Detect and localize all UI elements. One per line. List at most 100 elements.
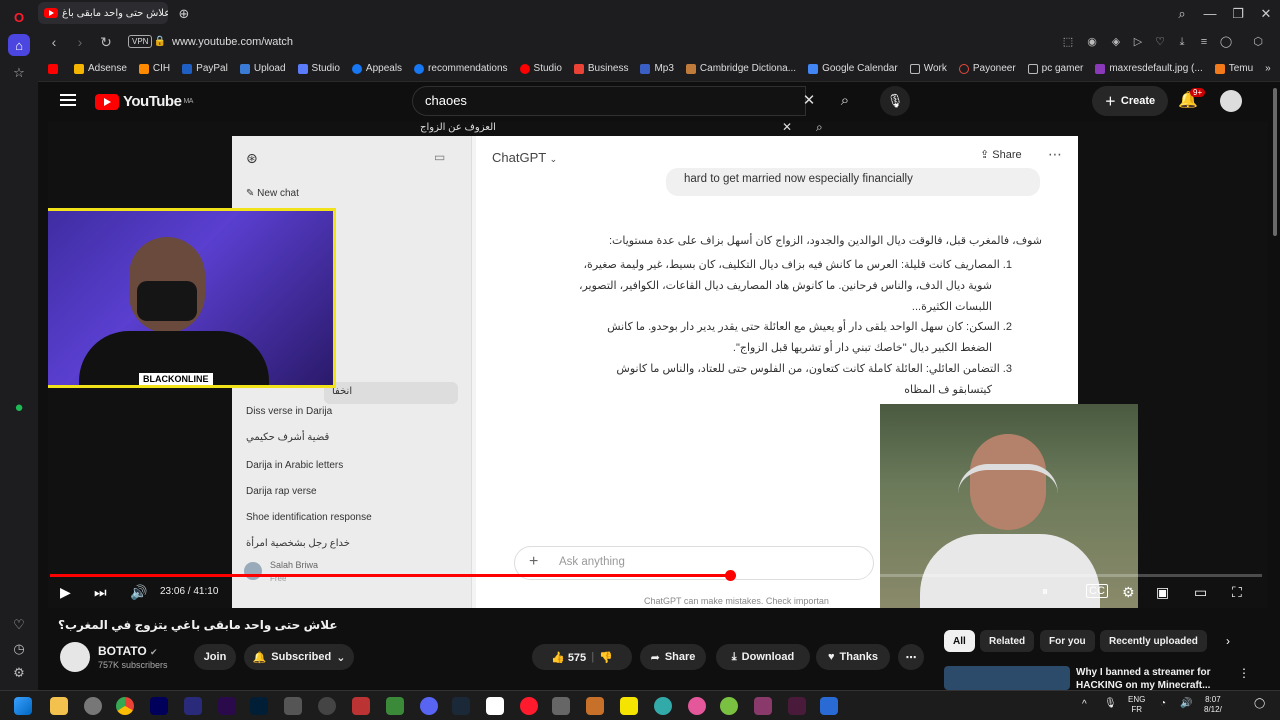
channel-avatar[interactable]	[60, 642, 90, 672]
home-icon[interactable]: ⌂	[8, 34, 30, 56]
recommended-more-icon[interactable]: ⋮	[1238, 666, 1250, 680]
bookmark-mp3[interactable]: Mp3	[640, 63, 674, 74]
app-icon[interactable]	[654, 697, 672, 715]
extensions-icon[interactable]: ⬡	[1248, 32, 1268, 52]
bookmark-studio[interactable]: Studio	[297, 63, 340, 74]
minimize-icon[interactable]: —	[1198, 4, 1222, 24]
search-tabs-icon[interactable]: ⌕	[1170, 4, 1194, 24]
speaker-icon[interactable]: 🔊	[1180, 699, 1192, 709]
windows-start-icon[interactable]	[14, 697, 32, 715]
captions-icon[interactable]: CC	[1086, 584, 1108, 598]
premiere-icon[interactable]	[218, 697, 236, 715]
chip-recently-uploaded[interactable]: Recently uploaded	[1100, 630, 1207, 652]
bookmark-temu[interactable]: Temu	[1214, 63, 1253, 74]
mic-icon[interactable]: 🎙	[880, 86, 910, 116]
snapshot-icon[interactable]: ⬚	[1058, 32, 1078, 52]
star-icon[interactable]: ☆	[8, 62, 30, 84]
download-button[interactable]: ⤓ Download	[716, 644, 810, 670]
notification-center-icon[interactable]: ◯	[1254, 699, 1265, 709]
app-icon[interactable]	[284, 697, 302, 715]
app-icon[interactable]	[688, 697, 706, 715]
reload-icon[interactable]: ↻	[96, 32, 116, 52]
shield-icon[interactable]: ◈	[1106, 32, 1126, 52]
notion-icon[interactable]	[486, 697, 504, 715]
player-icon[interactable]: ▷	[1128, 32, 1148, 52]
channel-name[interactable]: BOTATO ✔	[98, 644, 158, 658]
bookmark-business[interactable]: Business	[573, 63, 628, 74]
bookmark-paypal[interactable]: PayPal	[182, 63, 228, 74]
next-icon[interactable]: ⏭	[94, 584, 107, 601]
play-icon[interactable]: ▶	[60, 584, 71, 601]
chrome-icon[interactable]	[116, 697, 134, 715]
forward-icon[interactable]: ›	[70, 32, 90, 52]
media-encoder-icon[interactable]	[184, 697, 202, 715]
bookmark-recommendations[interactable]: recommendations	[414, 63, 508, 74]
dislike-icon[interactable]: 👎	[599, 651, 613, 664]
clock[interactable]: 8:07 8/12/	[1204, 695, 1222, 715]
bookmark-work[interactable]: Work	[909, 63, 947, 74]
chip-for-you[interactable]: For you	[1040, 630, 1095, 652]
bookmark-studio-2[interactable]: Studio	[519, 63, 562, 74]
scrollbar-thumb[interactable]	[1273, 88, 1277, 236]
page-scrollbar[interactable]	[1270, 82, 1280, 690]
vpn-badge[interactable]: VPN	[128, 35, 153, 48]
back-icon[interactable]: ‹	[44, 32, 64, 52]
file-explorer-icon[interactable]	[50, 697, 68, 715]
after-effects-icon[interactable]	[150, 697, 168, 715]
chip-related[interactable]: Related	[980, 630, 1035, 652]
mic-tray-icon[interactable]: 🎙	[1104, 699, 1117, 709]
youtube-logo[interactable]: YouTube MA	[95, 93, 193, 110]
create-button[interactable]: ＋ Create	[1092, 86, 1168, 116]
app-icon[interactable]	[788, 697, 806, 715]
share-button[interactable]: ➦ Share	[640, 644, 706, 670]
photoshop-icon[interactable]	[250, 697, 268, 715]
bookmark[interactable]	[48, 63, 62, 74]
bookmark-maxres[interactable]: maxresdefault.jpg (...	[1095, 63, 1203, 74]
bookmark-pc-gamer[interactable]: pc gamer	[1027, 63, 1083, 74]
hamburger-menu-icon[interactable]	[60, 94, 76, 106]
bookmark-appeals[interactable]: Appeals	[351, 63, 402, 74]
bookmark-cih[interactable]: CIH	[138, 63, 170, 74]
app-icon[interactable]	[552, 697, 570, 715]
bookmark-cambridge[interactable]: Cambridge Dictiona...	[685, 63, 796, 74]
search-input[interactable]: chaoes	[412, 86, 806, 116]
download-icon[interactable]: ⤓	[1172, 32, 1192, 52]
user-avatar[interactable]	[1220, 90, 1242, 112]
progress-scrubber[interactable]	[724, 570, 736, 581]
bookmark-calendar[interactable]: Google Calendar	[808, 63, 898, 74]
like-button[interactable]: 👍 575	[551, 651, 586, 664]
history-icon[interactable]: ◷	[8, 638, 30, 660]
obs-icon[interactable]	[318, 697, 336, 715]
search-icon[interactable]: ⌕	[826, 86, 864, 116]
opera-icon[interactable]	[520, 697, 538, 715]
subscribed-button[interactable]: 🔔 Subscribed ⌄	[244, 644, 354, 670]
autoplay-toggle-icon[interactable]: ⏸	[1042, 584, 1048, 599]
recommended-title[interactable]: Why I banned a streamer for HACKING on m…	[1076, 666, 1226, 692]
camera-icon[interactable]: ◉	[1082, 32, 1102, 52]
browser-tab[interactable]: (453) علاش حتى واحد مابقى باغ	[38, 2, 168, 24]
miniplayer-icon[interactable]: ▣	[1156, 584, 1169, 601]
bookmark-adsense[interactable]: Adsense	[74, 63, 127, 74]
wifi-icon[interactable]: ◔	[1160, 699, 1166, 709]
chips-next-icon[interactable]: ›	[1226, 634, 1230, 648]
bookmark-upload[interactable]: Upload	[239, 63, 286, 74]
clear-search-icon[interactable]: ✕	[790, 86, 828, 116]
recommended-thumbnail[interactable]	[944, 666, 1070, 690]
fullscreen-icon[interactable]: ⛶	[1232, 584, 1242, 601]
app-icon[interactable]	[386, 697, 404, 715]
steam-icon[interactable]	[452, 697, 470, 715]
maximize-icon[interactable]: ❐	[1226, 4, 1250, 24]
url-field[interactable]: www.youtube.com/watch	[172, 36, 293, 48]
app-icon[interactable]	[586, 697, 604, 715]
favorite-icon[interactable]: ♡	[1150, 32, 1170, 52]
app-icon[interactable]	[352, 697, 370, 715]
bookmark-payoneer[interactable]: Payoneer	[958, 63, 1016, 74]
thanks-button[interactable]: ♥ Thanks	[816, 644, 890, 670]
discord-icon[interactable]	[420, 697, 438, 715]
spotify-icon[interactable]: ●	[8, 396, 30, 418]
app-icon[interactable]	[84, 697, 102, 715]
join-button[interactable]: Join	[194, 644, 236, 670]
app-icon[interactable]	[720, 697, 738, 715]
theater-mode-icon[interactable]: ▭	[1194, 584, 1207, 601]
app-icon[interactable]	[820, 697, 838, 715]
